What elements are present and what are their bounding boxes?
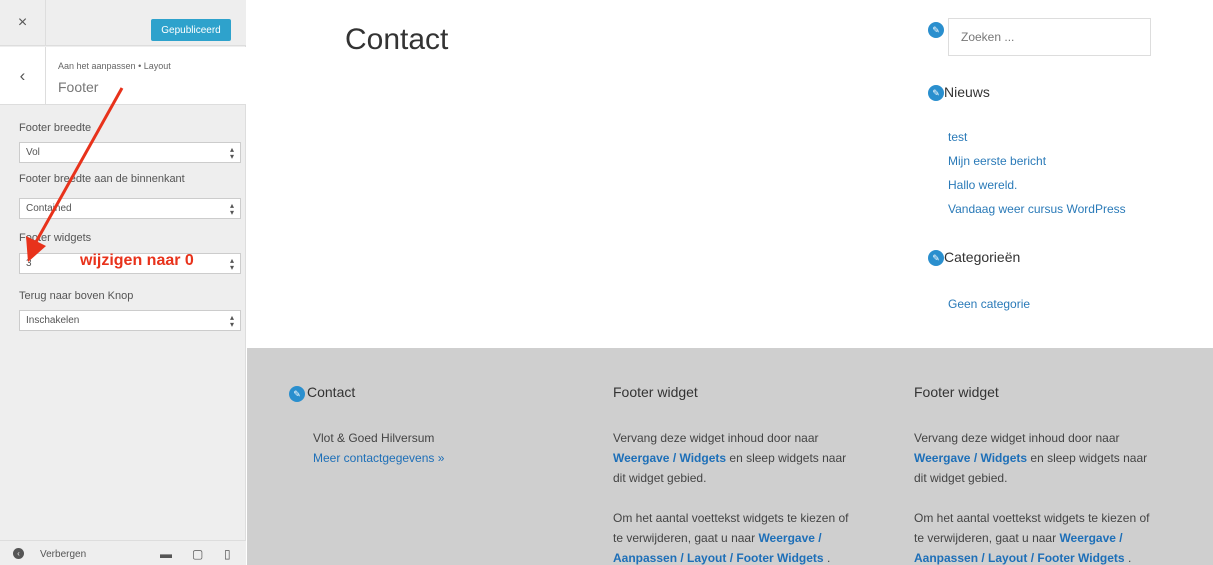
- footer-widget-text: Vervang deze widget inhoud door naar Wee…: [613, 428, 898, 565]
- hide-controls-label[interactable]: Verbergen: [40, 549, 86, 560]
- footer-contact-text: Vlot & Goed Hilversum Meer contactgegeve…: [313, 428, 598, 468]
- widget-text: dit widget gebied.: [914, 471, 1008, 485]
- news-link[interactable]: Mijn eerste bericht: [948, 154, 1046, 168]
- tablet-icon[interactable]: ▢: [192, 547, 203, 561]
- news-link[interactable]: Vandaag weer cursus WordPress: [948, 202, 1126, 216]
- select-arrows-icon: ▴ ▾: [229, 145, 234, 161]
- footer-widgets-value: 3: [26, 258, 32, 269]
- widget-text: Om het aantal voettekst widgets te kieze…: [914, 511, 1150, 525]
- customize-link[interactable]: Aanpassen / Layout / Footer Widgets: [613, 551, 824, 565]
- widget-text: en sleep widgets naar: [1030, 451, 1148, 465]
- site-preview: Contact ✎ Zoeken ... ✎ Nieuws test Mijn …: [247, 0, 1213, 565]
- footer-contact-title: Contact: [307, 384, 356, 400]
- edit-pencil-icon[interactable]: ✎: [928, 22, 944, 38]
- back-button[interactable]: ‹: [0, 47, 46, 105]
- categories-widget-title: Categorieën: [944, 249, 1021, 265]
- footer-width-value: Vol: [26, 147, 40, 158]
- back-to-top-select[interactable]: Inschakelen ▴ ▾: [19, 310, 241, 331]
- page-title: Contact: [345, 23, 449, 56]
- widget-text: dit widget gebied.: [613, 471, 707, 485]
- sidebar-footer: ‹ Verbergen ▬ ▢ ▯: [0, 540, 246, 565]
- widget-text: en sleep widgets naar: [729, 451, 847, 465]
- widget-text: Vervang deze widget inhoud door naar: [914, 431, 1120, 445]
- footer-widget-text: Vervang deze widget inhoud door naar Wee…: [914, 428, 1199, 565]
- category-link[interactable]: Geen categorie: [948, 297, 1030, 311]
- widgets-link[interactable]: Weergave / Widgets: [613, 451, 726, 465]
- back-to-top-value: Inschakelen: [26, 315, 80, 326]
- search-input[interactable]: Zoeken ...: [948, 18, 1151, 56]
- widget-text: te verwijderen, gaat u naar: [914, 531, 1057, 545]
- contact-more-link[interactable]: Meer contactgegevens »: [313, 448, 598, 468]
- back-to-top-label: Terug naar boven Knop: [19, 290, 134, 302]
- mobile-icon[interactable]: ▯: [224, 547, 231, 561]
- widgets-link[interactable]: Weergave / Widgets: [914, 451, 1027, 465]
- select-arrows-icon: ▴ ▾: [229, 313, 234, 329]
- annotation-text: wijzigen naar 0: [80, 252, 194, 269]
- footer-inner-width-select[interactable]: Contained ▴ ▾: [19, 198, 241, 219]
- desktop-icon[interactable]: ▬: [160, 547, 172, 561]
- section-title: Footer: [58, 79, 99, 95]
- widget-text: Vervang deze widget inhoud door naar: [613, 431, 819, 445]
- publish-button[interactable]: Gepubliceerd: [151, 19, 231, 41]
- customize-link[interactable]: Aanpassen / Layout / Footer Widgets: [914, 551, 1125, 565]
- select-arrows-icon: ▴ ▾: [229, 201, 234, 217]
- customizer-sidebar: × Gepubliceerd ‹ Aan het aanpassen • Lay…: [0, 0, 246, 565]
- footer-width-label: Footer breedte: [19, 122, 92, 134]
- section-header: ‹ Aan het aanpassen • Layout Footer: [0, 47, 246, 105]
- select-arrows-icon: ▴ ▾: [229, 256, 234, 272]
- footer-widget-title: Footer widget: [914, 384, 999, 400]
- widget-text: .: [1127, 551, 1132, 565]
- site-footer: ✎ Contact Vlot & Goed Hilversum Meer con…: [247, 348, 1213, 565]
- hide-controls-icon[interactable]: ‹: [13, 548, 24, 559]
- widget-text: Om het aantal voettekst widgets te kieze…: [613, 511, 849, 525]
- news-link[interactable]: Hallo wereld.: [948, 178, 1017, 192]
- footer-width-select[interactable]: Vol ▴ ▾: [19, 142, 241, 163]
- footer-inner-width-label: Footer breedte aan de binnenkant: [19, 173, 185, 185]
- footer-widget-title: Footer widget: [613, 384, 698, 400]
- edit-pencil-icon[interactable]: ✎: [289, 386, 305, 402]
- edit-pencil-icon[interactable]: ✎: [928, 85, 944, 101]
- edit-pencil-icon[interactable]: ✎: [928, 250, 944, 266]
- news-link[interactable]: test: [948, 130, 967, 144]
- footer-widgets-label: Footer widgets: [19, 232, 92, 244]
- sidebar-header: × Gepubliceerd: [0, 0, 246, 46]
- news-widget-title: Nieuws: [944, 84, 990, 100]
- breadcrumb: Aan het aanpassen • Layout: [58, 61, 171, 71]
- footer-inner-width-value: Contained: [26, 203, 72, 214]
- customize-link[interactable]: Weergave /: [758, 531, 821, 545]
- contact-name: Vlot & Goed Hilversum: [313, 431, 435, 445]
- widget-text: .: [826, 551, 831, 565]
- close-button[interactable]: ×: [0, 0, 46, 46]
- customize-link[interactable]: Weergave /: [1059, 531, 1122, 545]
- widget-text: te verwijderen, gaat u naar: [613, 531, 756, 545]
